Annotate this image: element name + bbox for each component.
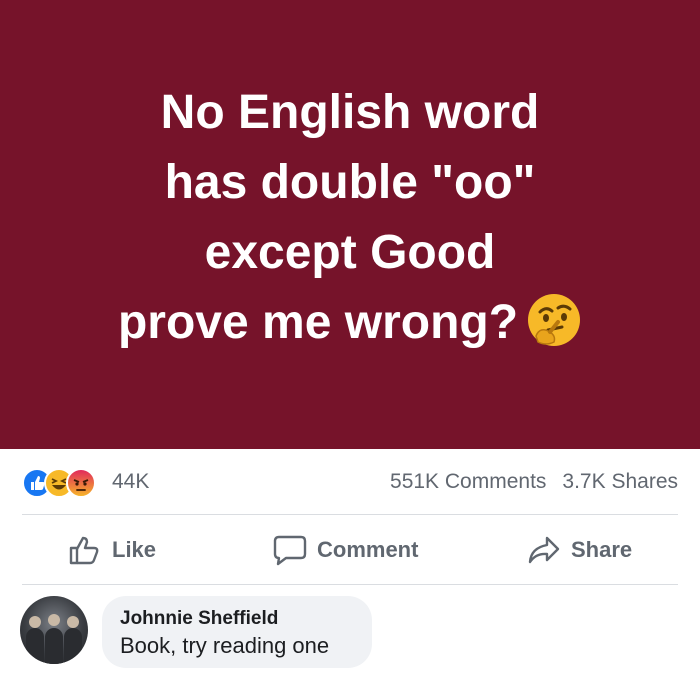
avatar-head xyxy=(29,616,41,628)
avatar-figure xyxy=(26,628,44,664)
reaction-icons[interactable] xyxy=(22,468,112,498)
thinking-face-icon xyxy=(528,294,581,347)
comments-count[interactable]: 551K Comments xyxy=(390,470,546,493)
post-image[interactable]: No English word has double "oo" except G… xyxy=(0,0,700,449)
thumbs-up-icon xyxy=(69,536,99,565)
share-button-label: Share xyxy=(571,537,633,562)
share-arrow-icon xyxy=(528,536,560,564)
avatar-head xyxy=(48,614,60,626)
post-stats: 551K Comments 3.7K Shares xyxy=(374,469,678,495)
reaction-count[interactable]: 44K xyxy=(112,469,149,495)
divider xyxy=(22,584,678,585)
comment-button[interactable]: Comment xyxy=(273,532,418,568)
like-button[interactable]: Like xyxy=(68,532,156,568)
avatar-head xyxy=(67,616,79,628)
shares-count[interactable]: 3.7K Shares xyxy=(562,470,678,493)
comment-author[interactable]: Johnnie Sheffield xyxy=(120,608,278,630)
avatar-figure xyxy=(45,628,63,664)
angry-reaction-icon xyxy=(66,468,96,498)
comment-button-label: Comment xyxy=(317,537,419,562)
divider xyxy=(22,514,678,515)
post-text-line-3: except Good xyxy=(204,226,496,279)
comment-bubble-icon xyxy=(273,535,307,566)
post-text-line-4-text: prove me wrong? xyxy=(117,296,519,349)
post-text: No English word has double "oo" except G… xyxy=(0,78,700,358)
avatar-figure xyxy=(64,628,82,664)
comment-text: Book, try reading one xyxy=(120,633,330,658)
post-text-line-2: has double "oo" xyxy=(164,156,536,209)
post-text-line-4: prove me wrong? xyxy=(0,288,700,358)
share-button[interactable]: Share xyxy=(527,532,632,568)
like-button-label: Like xyxy=(112,537,157,562)
post-text-line-1: No English word xyxy=(160,86,540,139)
avatar[interactable] xyxy=(20,596,88,664)
